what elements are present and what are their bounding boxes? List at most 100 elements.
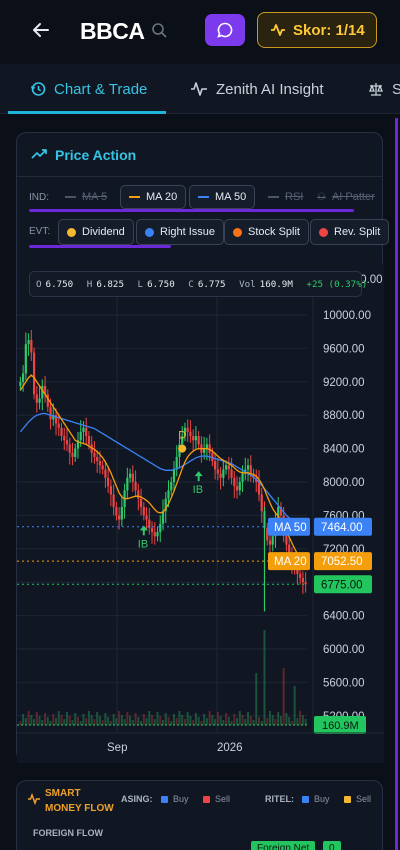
candle-body (197, 436, 200, 445)
candle-body (126, 477, 129, 491)
candle-body (49, 406, 52, 420)
candle-body (170, 482, 173, 491)
chip-label: MA 5 (82, 191, 108, 203)
ohlc-high-label: H (86, 278, 93, 290)
indicator-scroll-indicator[interactable] (29, 209, 354, 212)
volume-bar (233, 714, 236, 725)
candle-body (134, 482, 137, 491)
ohlc-open: 6.750 (45, 278, 74, 290)
pulse-icon (271, 24, 285, 36)
volume-bar (153, 719, 156, 725)
candle-body (249, 465, 252, 474)
event-stock-split-chip[interactable]: Stock Split (224, 219, 309, 245)
volume-bar (27, 711, 30, 725)
volume-bar (137, 717, 140, 725)
volume-bar (57, 711, 60, 725)
price-action-card: Price Action IND: MA 5 MA 20 MA 50 RSI ⚇… (16, 132, 390, 763)
volume-bar (216, 712, 219, 725)
candle-body (93, 452, 96, 457)
volume-bar (214, 719, 217, 725)
tab-chart-trade[interactable]: Chart & Trade (30, 64, 147, 114)
title-line: MONEY FLOW (45, 803, 114, 814)
candle-body (230, 469, 233, 478)
chip-label: Stock Split (248, 226, 300, 238)
tab-label: Zenith AI Insight (216, 80, 324, 98)
chat-button[interactable] (205, 14, 245, 46)
ohlc-high: 6.825 (96, 278, 124, 290)
y-tick-label: 8800.00 (323, 410, 365, 422)
y-tick-label: 5600.00 (323, 677, 365, 689)
rev-split-icon (319, 227, 328, 237)
legend-label: Buy (173, 794, 189, 804)
volume-bar (112, 714, 115, 725)
volume-bar (87, 711, 90, 725)
volume-bar (211, 715, 214, 725)
price-chart[interactable]: 10000.00 9600.00 9200.00 8800.00 8400.00 8000… (17, 263, 384, 763)
event-dividend-chip[interactable]: Dividend (58, 219, 134, 245)
tab-zenith-ai-insight[interactable]: Zenith AI Insight (190, 64, 324, 114)
volume-bar (35, 712, 38, 725)
indicator-ma50-chip[interactable]: MA 50 (189, 185, 256, 209)
event-right-issue-chip[interactable]: Right Issue (136, 219, 225, 245)
foreign-net-badge: Foreign Net (251, 841, 316, 850)
y-tick-label: 6000.00 (323, 644, 365, 656)
legend-label: Sell (215, 794, 231, 804)
volume-bar (189, 716, 192, 725)
chip-label: RSI (285, 191, 304, 203)
card-header: Price Action (17, 133, 382, 177)
event-rev-split-chip[interactable]: Rev. Split (310, 219, 390, 245)
volume-bar (134, 713, 137, 725)
volume-bar (301, 715, 304, 725)
candle-body (241, 473, 244, 482)
back-arrow-icon[interactable] (30, 19, 52, 41)
search-icon[interactable] (151, 22, 167, 38)
indicator-ai-pattern-chip[interactable]: ⚇ AI Patter (309, 185, 383, 209)
volume-bar (30, 715, 33, 725)
score-label: Skor: 1/14 (293, 21, 365, 39)
volume-bar (66, 712, 68, 725)
candle-body (304, 582, 307, 585)
volume-bar (126, 712, 129, 725)
volume-bar (120, 715, 123, 725)
tab-s[interactable]: S (368, 64, 400, 114)
indicator-ma5-chip[interactable]: MA 5 (57, 185, 115, 209)
candle-body (186, 427, 189, 432)
volume-bar (227, 717, 230, 725)
candle-body (222, 469, 225, 478)
volume-badge-label: 160.9M (322, 720, 359, 732)
candle-body (128, 473, 132, 478)
price-chart-svg[interactable]: 10000.00 9600.00 9200.00 8800.00 8400.00 8000… (17, 263, 384, 763)
candle-body (35, 394, 38, 403)
candle-body (65, 440, 69, 445)
y-tick-label: 8000.00 (323, 477, 365, 489)
volume-bar (172, 714, 175, 725)
card-title: Price Action (55, 147, 137, 163)
candle-body (107, 477, 110, 487)
volume-bar (186, 712, 189, 725)
chip-label: MA 50 (215, 191, 247, 203)
page-title: BBCA (80, 18, 145, 44)
volume-bar (203, 714, 206, 725)
event-scroll-indicator[interactable] (29, 245, 171, 248)
pulse-icon (191, 82, 207, 96)
right-issue-marker-label: IB (138, 538, 148, 550)
score-button[interactable]: Skor: 1/14 (257, 12, 377, 48)
candle-body (235, 486, 239, 491)
ohlc-volume-label: Vol (239, 278, 256, 290)
volume-bar (279, 716, 282, 725)
volume-bar (260, 721, 263, 725)
legend-swatch (344, 795, 351, 803)
volume-bar (131, 720, 134, 725)
indicator-ma20-chip[interactable]: MA 20 (120, 185, 187, 209)
candle-body (71, 452, 74, 457)
volume-bar (288, 717, 291, 725)
legend-swatch (203, 795, 210, 803)
candle-body (145, 515, 148, 520)
indicator-rsi-chip[interactable]: RSI (260, 185, 311, 209)
candle-body (271, 536, 274, 545)
line-swatch-icon (129, 196, 140, 198)
scrollbar[interactable] (395, 118, 398, 850)
candle-body (301, 578, 304, 583)
candle-body (118, 515, 121, 520)
candle-body (299, 573, 302, 579)
